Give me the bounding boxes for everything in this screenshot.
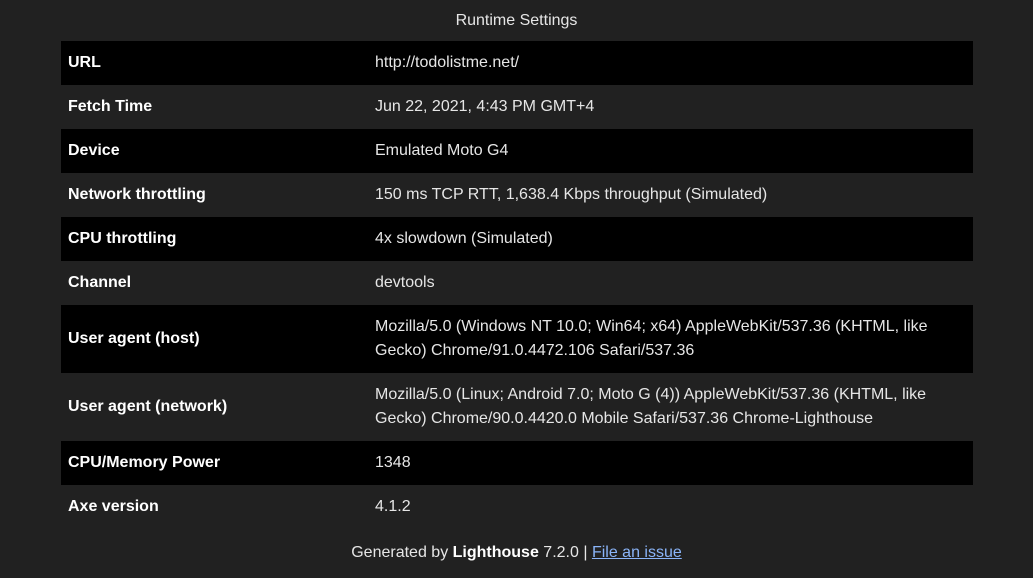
setting-label: Device	[68, 142, 120, 159]
footer-prefix: Generated by	[351, 544, 453, 561]
setting-value: Jun 22, 2021, 4:43 PM GMT+4	[375, 98, 595, 115]
setting-value: devtools	[375, 274, 435, 291]
table-row: URL http://todolistme.net/	[61, 41, 973, 85]
setting-value: 1348	[375, 454, 411, 471]
table-row: Axe version 4.1.2	[61, 485, 973, 529]
table-row: CPU throttling 4x slowdown (Simulated)	[61, 217, 973, 261]
setting-value: 150 ms TCP RTT, 1,638.4 Kbps throughput …	[375, 186, 768, 203]
table-row: Fetch Time Jun 22, 2021, 4:43 PM GMT+4	[61, 85, 973, 129]
setting-value: Mozilla/5.0 (Linux; Android 7.0; Moto G …	[375, 386, 927, 427]
runtime-settings-table: URL http://todolistme.net/ Fetch Time Ju…	[61, 41, 973, 529]
table-row: User agent (host) Mozilla/5.0 (Windows N…	[61, 305, 973, 373]
runtime-settings-page: Runtime Settings URL http://todolistme.n…	[0, 0, 1033, 578]
setting-label: Fetch Time	[68, 98, 153, 115]
table-row: Device Emulated Moto G4	[61, 129, 973, 173]
setting-value: Emulated Moto G4	[375, 142, 509, 159]
setting-label: Channel	[68, 274, 132, 291]
table-row: User agent (network) Mozilla/5.0 (Linux;…	[61, 373, 973, 441]
footer: Generated by Lighthouse 7.2.0 | File an …	[0, 541, 1033, 565]
setting-label: CPU/Memory Power	[68, 454, 221, 471]
footer-version: 7.2.0 |	[538, 544, 592, 561]
setting-label: Axe version	[68, 498, 159, 515]
setting-label: User agent (host)	[68, 330, 200, 347]
table-row: Channel devtools	[61, 261, 973, 305]
setting-value: http://todolistme.net/	[375, 54, 520, 71]
setting-value: 4x slowdown (Simulated)	[375, 230, 553, 247]
setting-label: CPU throttling	[68, 230, 177, 247]
setting-value: Mozilla/5.0 (Windows NT 10.0; Win64; x64…	[375, 318, 928, 359]
setting-label: URL	[68, 54, 101, 71]
setting-label: Network throttling	[68, 186, 206, 203]
setting-label: User agent (network)	[68, 398, 228, 415]
table-row: CPU/Memory Power 1348	[61, 441, 973, 485]
table-row: Network throttling 150 ms TCP RTT, 1,638…	[61, 173, 973, 217]
setting-value: 4.1.2	[375, 498, 411, 515]
footer-brand: Lighthouse	[452, 544, 539, 561]
page-title: Runtime Settings	[455, 12, 578, 29]
file-an-issue-link[interactable]: File an issue	[592, 544, 682, 561]
